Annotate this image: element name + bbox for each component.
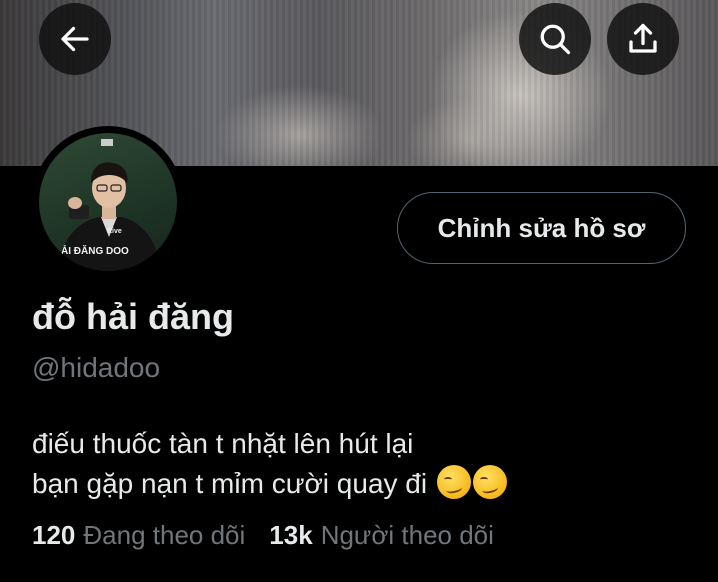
bio-line-text: bạn gặp nạn t mỉm cười quay đi: [32, 468, 428, 499]
back-button[interactable]: [39, 3, 111, 75]
followers-count: 13k: [269, 520, 313, 550]
bio-line: bạn gặp nạn t mỉm cười quay đi: [32, 464, 507, 504]
following-count: 120: [32, 520, 76, 550]
arrow-left-icon: [61, 26, 89, 52]
followers-label: Người theo dõi: [320, 520, 494, 550]
smirking-face-emoji-icon: [436, 465, 471, 499]
bio-line: điếu thuốc tàn t nhặt lên hút lại: [32, 428, 414, 459]
display-name: đỗ hải đăng: [32, 296, 234, 337]
avatar[interactable]: Rive ẢI ĐĂNG DOO: [32, 126, 184, 278]
smirking-face-emoji-icon: [472, 465, 507, 499]
follow-stats: 120 Đang theo dõi 13k Người theo dõi: [32, 520, 518, 551]
following-link[interactable]: 120 Đang theo dõi: [32, 520, 245, 551]
avatar-overlay-text: ẢI ĐĂNG DOO: [61, 244, 129, 257]
search-button[interactable]: [519, 3, 591, 75]
search-icon: [540, 24, 571, 55]
avatar-logo: Rive: [107, 228, 122, 235]
following-label: Đang theo dõi: [83, 520, 246, 550]
avatar-image: Rive ẢI ĐĂNG DOO: [39, 133, 177, 271]
followers-link[interactable]: 13k Người theo dõi: [269, 520, 494, 551]
username-handle: @hidadoo: [32, 352, 161, 383]
profile-bio: điếu thuốc tàn t nhặt lên hút lại bạn gặ…: [32, 424, 507, 504]
share-upload-icon: [629, 23, 657, 53]
share-button[interactable]: [607, 3, 679, 75]
edit-profile-button[interactable]: Chỉnh sửa hồ sơ: [397, 192, 686, 264]
